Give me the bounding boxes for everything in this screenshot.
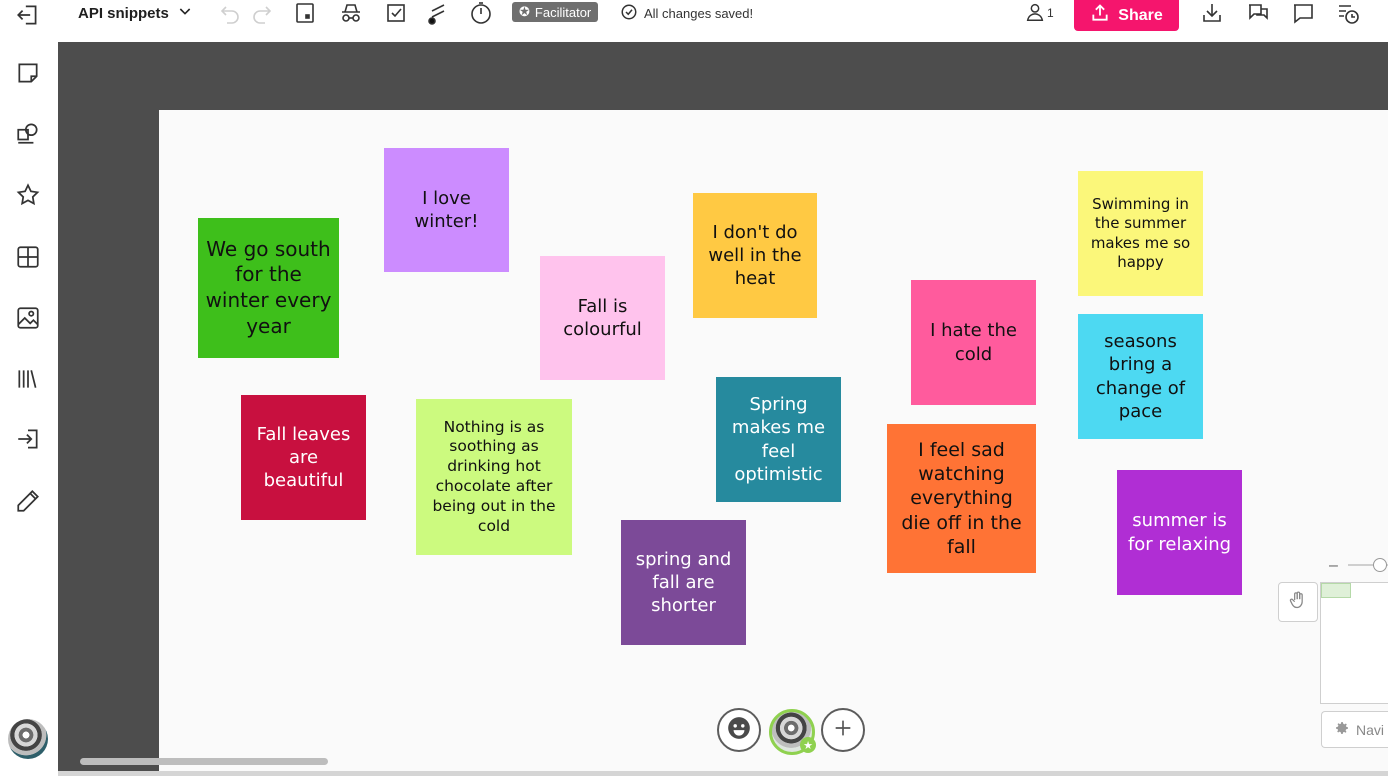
sticky-note[interactable]: Fall is colourful — [540, 256, 665, 380]
frame-grid-icon[interactable] — [13, 242, 43, 272]
import-icon[interactable] — [13, 424, 43, 454]
minimap-viewport[interactable] — [1321, 583, 1351, 598]
card-mode-icon[interactable] — [291, 0, 319, 26]
exit-board-icon[interactable] — [13, 0, 43, 30]
user-icon — [1024, 1, 1046, 26]
horizontal-scrollbar[interactable] — [80, 758, 328, 765]
sticky-note[interactable]: spring and fall are shorter — [621, 520, 746, 645]
sticky-note[interactable]: I don't do well in the heat — [693, 193, 817, 318]
left-sidebar — [0, 0, 59, 776]
timer-icon[interactable] — [467, 0, 495, 26]
chat-icon[interactable] — [1244, 0, 1272, 26]
gear-icon — [1334, 720, 1350, 739]
user-avatar[interactable] — [8, 719, 48, 759]
chevron-down-icon — [177, 3, 193, 23]
sticky-note[interactable]: summer is for relaxing — [1117, 470, 1242, 595]
sticky-note[interactable]: We go south for the winter every year — [198, 218, 339, 358]
check-circle-icon — [620, 3, 638, 24]
share-label: Share — [1118, 6, 1163, 24]
sticky-note[interactable]: seasons bring a change of pace — [1078, 314, 1203, 439]
facilitator-icon: ✪ — [519, 4, 530, 19]
reactions-button[interactable] — [717, 708, 761, 752]
sticky-note[interactable]: Swimming in the summer makes me so happy — [1078, 171, 1203, 296]
upload-icon — [1090, 3, 1110, 28]
checklist-icon[interactable] — [382, 0, 410, 26]
hand-tool-button[interactable] — [1278, 582, 1318, 622]
sticky-note[interactable]: Spring makes me feel optimistic — [716, 377, 841, 502]
sticky-note[interactable]: I love winter! — [384, 148, 509, 272]
magic-icon[interactable] — [424, 0, 452, 26]
zoom-out-icon[interactable]: – — [1329, 557, 1338, 575]
share-button[interactable]: Share — [1074, 0, 1179, 31]
facilitator-star-icon: ★ — [800, 737, 816, 753]
incognito-icon[interactable] — [337, 0, 365, 26]
pen-icon[interactable] — [13, 486, 43, 516]
sticky-note-icon[interactable] — [13, 58, 43, 88]
user-count: 1 — [1047, 6, 1054, 20]
sticky-note[interactable]: Nothing is as soothing as drinking hot c… — [416, 399, 572, 555]
undo-icon[interactable] — [216, 0, 244, 26]
activity-history-icon[interactable] — [1334, 0, 1362, 26]
save-status-text: All changes saved! — [644, 5, 754, 21]
facilitator-label: Facilitator — [534, 4, 592, 20]
online-users[interactable]: 1 — [1024, 0, 1054, 26]
board-title-menu[interactable]: API snippets — [78, 3, 193, 23]
facilitator-badge[interactable]: ✪ Facilitator — [512, 2, 599, 22]
hand-icon — [1288, 590, 1308, 615]
download-icon[interactable] — [1198, 0, 1226, 26]
redo-icon[interactable] — [248, 0, 276, 26]
smiley-icon — [726, 715, 752, 746]
library-icon[interactable] — [13, 364, 43, 394]
sticky-note[interactable]: Fall leaves are beautiful — [241, 395, 366, 520]
add-participant-button[interactable] — [821, 708, 865, 752]
save-status: All changes saved! — [620, 3, 753, 23]
zoom-slider-handle[interactable] — [1373, 558, 1387, 572]
horizontal-scroll-track[interactable] — [58, 771, 1388, 776]
shapes-icon[interactable] — [13, 118, 43, 148]
minimap[interactable] — [1320, 582, 1388, 704]
navigator-label: Navi — [1356, 721, 1385, 738]
image-icon[interactable] — [13, 303, 43, 333]
navigator-button[interactable]: Navi — [1321, 711, 1388, 748]
board-title: API snippets — [78, 4, 169, 22]
comment-icon[interactable] — [1289, 0, 1317, 26]
star-icon[interactable] — [13, 180, 43, 210]
plus-icon — [832, 717, 854, 744]
top-toolbar: API snippets ✪ Facilitator All changes s… — [58, 0, 1388, 42]
sticky-note[interactable]: I feel sad watching everything die off i… — [887, 424, 1036, 573]
sticky-note[interactable]: I hate the cold — [911, 280, 1036, 405]
